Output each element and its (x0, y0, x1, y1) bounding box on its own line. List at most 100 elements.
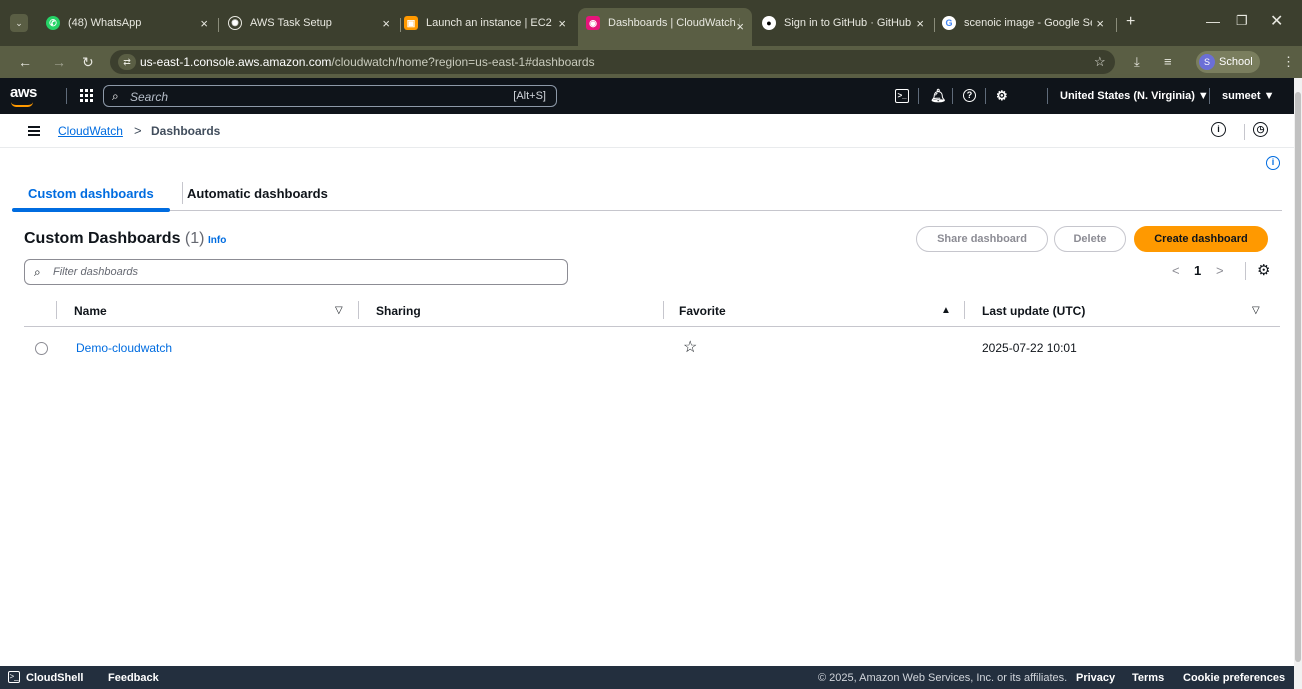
last-update-value: 2025-07-22 10:01 (982, 341, 1077, 355)
tab-title: Launch an instance | EC2 | (426, 17, 554, 29)
help-icon[interactable]: ? (963, 89, 976, 102)
account-menu[interactable]: sumeet ▼ (1222, 90, 1274, 102)
dashboard-name-link[interactable]: Demo-cloudwatch (76, 341, 172, 355)
tab-separator (218, 18, 219, 32)
scrollbar-thumb[interactable] (1295, 92, 1301, 662)
restore-icon[interactable]: ❐ (1236, 13, 1248, 29)
aws-top-nav: aws ⌕ Search [Alt+S] >_ 🔔︎ ? ⚙ United St… (0, 78, 1302, 114)
browser-tab-google[interactable]: G scenoic image - Google Se × (942, 8, 1112, 38)
services-grid-icon[interactable] (80, 89, 94, 103)
share-dashboard-button[interactable]: Share dashboard (916, 226, 1048, 252)
terms-link[interactable]: Terms (1132, 672, 1164, 684)
bookmark-star-icon[interactable]: ☆ (1094, 54, 1106, 70)
column-divider (964, 301, 965, 319)
info-link[interactable]: Info (208, 235, 226, 246)
delete-button[interactable]: Delete (1054, 226, 1126, 252)
info-icon[interactable]: i (1266, 156, 1280, 170)
browser-tab-whatsapp[interactable]: ✆ (48) WhatsApp × (46, 8, 216, 38)
settings-gear-icon[interactable]: ⚙ (996, 88, 1008, 104)
aws-search-input[interactable]: ⌕ Search [Alt+S] (103, 85, 557, 107)
breadcrumb-current: Dashboards (151, 124, 221, 138)
page-scrollbar[interactable] (1294, 78, 1302, 689)
divider (1245, 262, 1246, 280)
site-info-icon[interactable]: ⇄ (118, 54, 136, 70)
openai-icon: ✺ (228, 16, 242, 30)
search-placeholder: Search (130, 90, 169, 104)
row-select-radio[interactable] (35, 342, 48, 355)
column-header-sharing[interactable]: Sharing (376, 304, 421, 318)
aws-logo-text: aws (10, 84, 37, 101)
tab-search-icon[interactable]: ≡ (1164, 54, 1172, 69)
nav-divider (1047, 88, 1048, 104)
close-tab-icon[interactable]: × (200, 16, 208, 31)
previous-page-button[interactable]: < (1172, 263, 1180, 278)
privacy-link[interactable]: Privacy (1076, 672, 1115, 684)
close-tab-icon[interactable]: × (558, 16, 566, 31)
search-icon: ⌕ (112, 89, 119, 103)
console-footer: >_ CloudShell Feedback © 2025, Amazon We… (0, 666, 1294, 689)
back-icon[interactable]: ← (18, 54, 32, 70)
tab-divider (182, 182, 183, 204)
new-tab-button[interactable]: + (1126, 13, 1135, 31)
search-icon: ⌕ (34, 265, 41, 279)
close-tab-icon[interactable]: × (382, 16, 390, 31)
page-title: Custom Dashboards (1) (24, 230, 204, 248)
google-icon: G (942, 16, 956, 30)
nav-divider (66, 88, 67, 104)
forward-icon[interactable]: → (52, 54, 66, 70)
ec2-icon: ▣ (404, 16, 418, 30)
tab-search-chevron-icon[interactable]: ⌄ (10, 14, 28, 32)
favorite-star-icon[interactable]: ☆ (683, 337, 697, 357)
nav-divider (952, 88, 953, 104)
browser-tab-ec2[interactable]: ▣ Launch an instance | EC2 | × (404, 8, 574, 38)
tab-separator (400, 18, 401, 32)
notifications-panel-icon[interactable]: ◷ (1253, 122, 1268, 137)
tab-custom-dashboards[interactable]: Custom dashboards (28, 186, 154, 201)
column-divider (56, 301, 57, 319)
sort-ascending-icon[interactable]: ▲ (941, 305, 951, 316)
search-shortcut: [Alt+S] (513, 90, 546, 102)
browser-tab-github[interactable]: ● Sign in to GitHub · GitHub × (762, 8, 932, 38)
create-dashboard-button[interactable]: Create dashboard (1134, 226, 1268, 252)
tab-title: scenoic image - Google Se (964, 17, 1092, 29)
browser-tab-cloudwatch[interactable]: ◉ Dashboards | CloudWatch | × (578, 8, 752, 46)
dashboard-tabs: Custom dashboards Automatic dashboards (12, 178, 1282, 212)
browser-tab-aws-task-setup[interactable]: ✺ AWS Task Setup × (228, 8, 398, 38)
column-header-favorite[interactable]: Favorite (679, 304, 726, 318)
tab-automatic-dashboards[interactable]: Automatic dashboards (187, 186, 328, 201)
next-page-button[interactable]: > (1216, 263, 1224, 278)
minimize-icon[interactable]: — (1206, 13, 1220, 29)
cloudshell-link[interactable]: CloudShell (26, 672, 83, 684)
close-window-icon[interactable]: ✕ (1270, 11, 1283, 31)
cookie-preferences-link[interactable]: Cookie preferences (1183, 672, 1285, 684)
close-tab-icon[interactable]: × (1096, 16, 1104, 31)
sort-icon[interactable]: ▽ (1252, 305, 1260, 316)
whatsapp-icon: ✆ (46, 16, 60, 30)
side-nav-menu-icon[interactable] (28, 126, 40, 136)
info-panel-icon[interactable]: i (1211, 122, 1226, 137)
nav-divider (985, 88, 986, 104)
region-selector[interactable]: United States (N. Virginia) ▼ (1060, 90, 1209, 102)
sort-icon[interactable]: ▽ (335, 305, 343, 316)
breadcrumb-cloudwatch-link[interactable]: CloudWatch (58, 124, 123, 138)
feedback-link[interactable]: Feedback (108, 672, 159, 684)
filter-dashboards-input[interactable]: ⌕ Filter dashboards (24, 259, 568, 285)
cloudshell-icon[interactable]: >_ (895, 89, 909, 103)
close-tab-icon[interactable]: × (736, 19, 744, 34)
page-number[interactable]: 1 (1194, 263, 1201, 278)
profile-button[interactable]: S School (1196, 51, 1260, 73)
notifications-bell-icon[interactable]: 🔔︎ (930, 88, 947, 104)
column-header-name[interactable]: Name (74, 304, 107, 318)
close-tab-icon[interactable]: × (916, 16, 924, 31)
table-row[interactable]: Demo-cloudwatch ☆ 2025-07-22 10:01 (24, 331, 1280, 365)
download-icon[interactable]: ⤓ (1134, 54, 1140, 70)
table-preferences-gear-icon[interactable]: ⚙ (1257, 261, 1270, 279)
more-menu-icon[interactable]: ⋮ (1282, 54, 1295, 70)
reload-icon[interactable]: ↻ (82, 54, 94, 71)
column-header-last-update[interactable]: Last update (UTC) (982, 304, 1085, 318)
url-field[interactable]: ⇄ us-east-1.console.aws.amazon.com/cloud… (110, 50, 1115, 74)
breadcrumb-separator: > (134, 123, 142, 138)
cloudshell-icon: >_ (8, 671, 20, 683)
aws-logo[interactable]: aws (10, 84, 37, 107)
column-divider (663, 301, 664, 319)
